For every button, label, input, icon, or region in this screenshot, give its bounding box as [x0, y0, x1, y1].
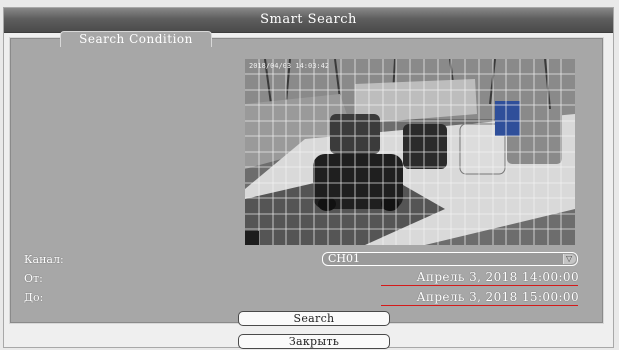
chevron-down-icon[interactable]: ▽: [563, 254, 576, 264]
channel-select[interactable]: CH01 ▽: [322, 252, 578, 266]
from-datetime-field[interactable]: Апрель 3, 2018 14:00:00: [416, 270, 579, 284]
to-label: До:: [24, 291, 44, 304]
window-title: Smart Search: [4, 8, 613, 33]
search-button[interactable]: Search: [238, 311, 390, 326]
camera-preview[interactable]: 2018/04/03 14:03:42: [245, 59, 575, 245]
camera-image: [245, 59, 575, 245]
camera-timestamp: 2018/04/03 14:03:42: [249, 62, 330, 70]
channel-value: CH01: [328, 252, 361, 265]
close-button[interactable]: Закрыть: [238, 334, 390, 349]
from-label: От:: [24, 272, 43, 285]
to-datetime-underline: [381, 305, 578, 306]
to-datetime-field[interactable]: Апрель 3, 2018 15:00:00: [416, 290, 579, 304]
channel-label: Канал:: [24, 253, 64, 266]
search-condition-legend: Search Condition: [60, 31, 212, 47]
from-datetime-underline: [381, 285, 578, 286]
